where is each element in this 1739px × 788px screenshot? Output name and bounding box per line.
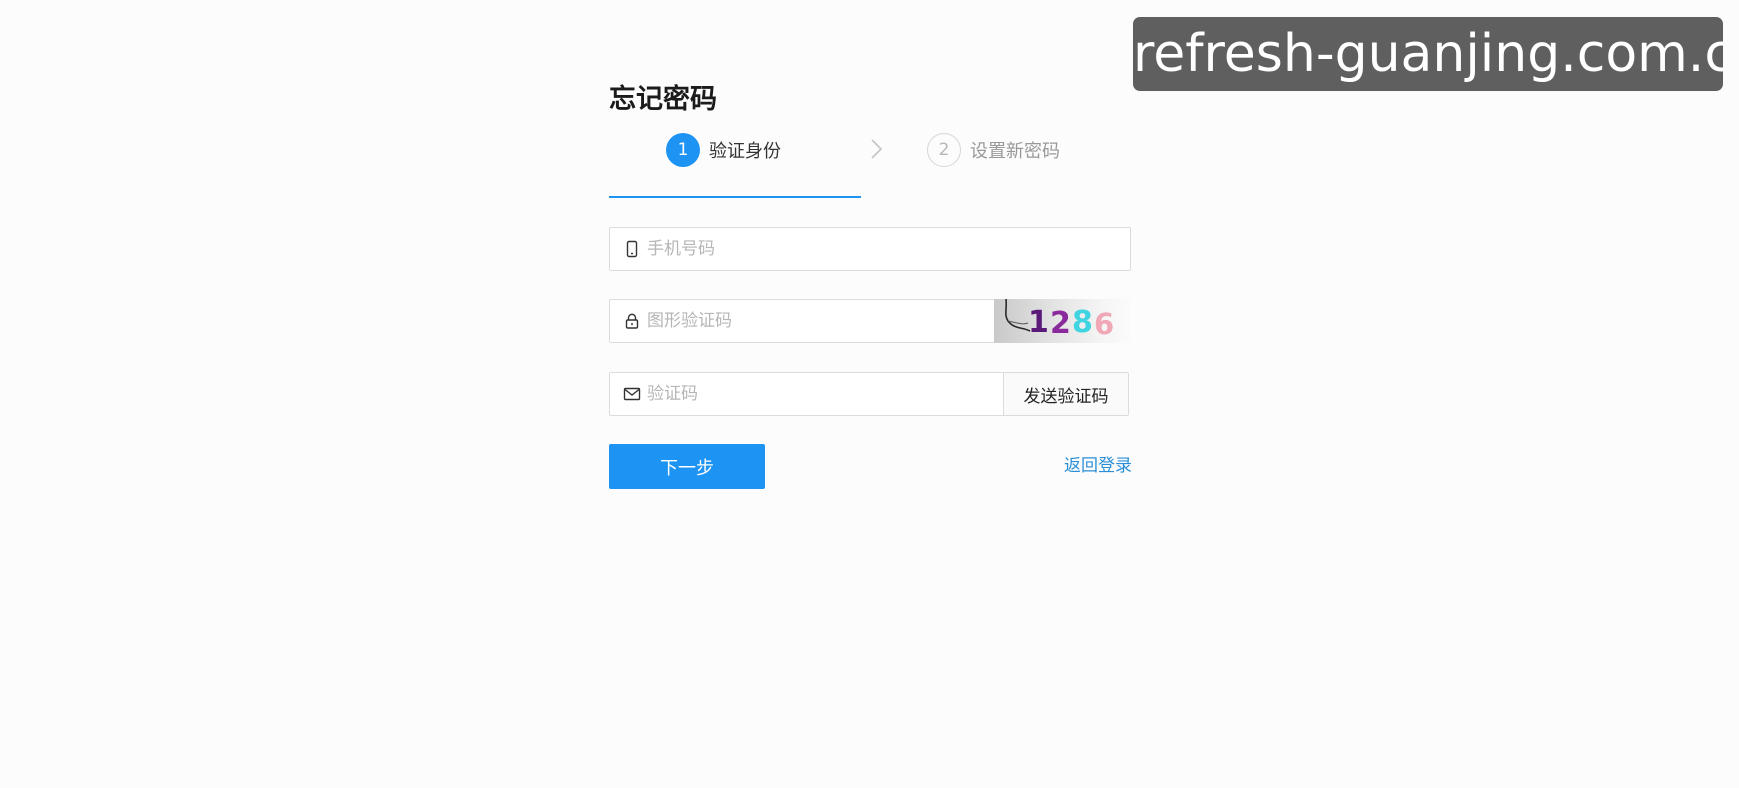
step-indicator: 1 验证身份 2 设置新密码: [609, 126, 1132, 186]
captcha-digit: 1: [1028, 305, 1049, 340]
lock-icon: [625, 313, 639, 329]
step-verify-identity: 1 验证身份: [666, 130, 781, 170]
captcha-input[interactable]: [647, 300, 994, 342]
page-title: 忘记密码: [609, 84, 717, 115]
sms-code-input[interactable]: [647, 373, 1004, 415]
next-step-button[interactable]: 下一步: [609, 444, 765, 489]
back-to-login-link[interactable]: 返回登录: [1064, 444, 1132, 489]
phone-field[interactable]: [609, 227, 1131, 271]
watermark: refresh-guanjing.com.cn: [1133, 17, 1723, 91]
step-number-badge: 2: [927, 133, 961, 167]
watermark-text: refresh-guanjing.com.cn: [1133, 24, 1723, 84]
captcha-image[interactable]: 1 2 8 6: [994, 299, 1131, 343]
step-label: 验证身份: [709, 141, 781, 162]
envelope-icon: [623, 387, 641, 401]
active-step-underline: [609, 196, 861, 198]
forgot-password-form: 忘记密码 1 验证身份 2 设置新密码 手机号码 图形验证码 1 2 8 6 验…: [609, 80, 1132, 489]
captcha-field[interactable]: [609, 299, 994, 343]
phone-input[interactable]: [647, 228, 1130, 270]
step-number-badge: 1: [666, 133, 700, 167]
mobile-phone-icon: [626, 240, 638, 258]
step-label: 设置新密码: [970, 141, 1060, 162]
step-set-new-password: 2 设置新密码: [927, 130, 1060, 170]
sms-code-field[interactable]: [609, 372, 1004, 416]
captcha-digit: 6: [1094, 307, 1114, 341]
captcha-digit: 2: [1050, 306, 1071, 341]
send-code-button[interactable]: 发送验证码: [1003, 372, 1129, 416]
captcha-digit: 8: [1072, 305, 1093, 340]
chevron-right-icon: [871, 139, 883, 159]
captcha-graphic: 1 2 8 6: [1005, 299, 1114, 341]
